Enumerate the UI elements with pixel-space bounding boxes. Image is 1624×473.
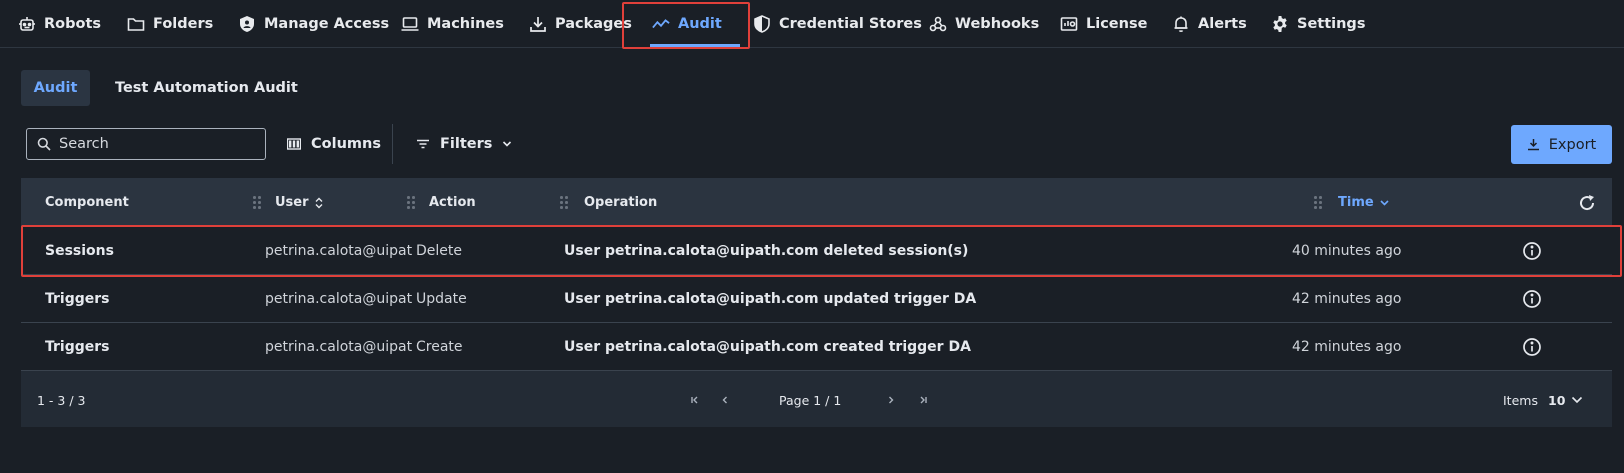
cell-action: Update bbox=[416, 291, 467, 307]
nav-item-webhooks[interactable]: Webhooks bbox=[929, 0, 1039, 48]
nav-label: Robots bbox=[44, 16, 102, 32]
license-icon bbox=[1060, 17, 1078, 31]
webhook-icon bbox=[929, 16, 947, 32]
gear-icon bbox=[1273, 16, 1287, 32]
nav-label: Settings bbox=[1297, 16, 1366, 32]
nav-item-manage-access[interactable]: Manage Access bbox=[238, 0, 389, 48]
search-box[interactable] bbox=[26, 128, 266, 160]
cell-operation: User petrina.calota@uipath.com deleted s… bbox=[564, 243, 969, 259]
cell-action: Delete bbox=[416, 243, 462, 259]
info-icon[interactable] bbox=[1522, 241, 1542, 261]
shield-icon bbox=[240, 16, 254, 32]
search-input[interactable] bbox=[59, 136, 259, 152]
top-navigation: Robots Folders Manage Access Machines Pa… bbox=[0, 0, 1624, 48]
sort-icon bbox=[315, 197, 323, 208]
chevron-down-icon[interactable] bbox=[1571, 395, 1583, 405]
nav-label: License bbox=[1086, 16, 1148, 32]
next-page-icon[interactable] bbox=[883, 392, 899, 408]
chart-line-icon bbox=[652, 19, 670, 29]
subtab-audit[interactable]: Audit bbox=[21, 70, 90, 106]
bell-icon bbox=[1174, 16, 1188, 33]
first-page-icon[interactable] bbox=[687, 392, 703, 408]
column-header-component[interactable]: Component bbox=[45, 178, 129, 227]
toolbar-divider bbox=[392, 124, 393, 164]
laptop-icon bbox=[401, 17, 419, 31]
columns-button[interactable]: Columns bbox=[287, 128, 381, 160]
cell-time: 42 minutes ago bbox=[1292, 291, 1402, 307]
filter-icon bbox=[417, 139, 429, 149]
table-header: Component User Action Operation Time bbox=[21, 178, 1612, 227]
items-per-page-value[interactable]: 10 bbox=[1548, 373, 1565, 427]
items-per-page-label: Items bbox=[1503, 392, 1538, 408]
nav-label: Packages bbox=[555, 16, 632, 32]
cell-action: Create bbox=[416, 339, 463, 355]
previous-page-icon[interactable] bbox=[717, 392, 733, 408]
nav-label: Credential Stores bbox=[779, 16, 922, 32]
nav-label: Audit bbox=[678, 16, 722, 32]
last-page-icon[interactable] bbox=[915, 392, 931, 408]
cell-time: 40 minutes ago bbox=[1292, 243, 1402, 259]
pagination-range: 1 - 3 / 3 bbox=[37, 392, 86, 408]
nav-item-license[interactable]: License bbox=[1060, 0, 1147, 48]
cell-component: Triggers bbox=[45, 339, 110, 355]
active-tab-indicator bbox=[650, 44, 740, 47]
columns-label: Columns bbox=[311, 136, 381, 152]
column-header-time[interactable]: Time bbox=[1338, 178, 1389, 227]
subtab-test-automation-audit[interactable]: Test Automation Audit bbox=[115, 70, 298, 106]
nav-label: Folders bbox=[153, 16, 214, 32]
download-icon bbox=[1527, 139, 1539, 151]
columns-icon bbox=[287, 138, 301, 150]
nav-item-credential-stores[interactable]: Credential Stores bbox=[753, 0, 922, 48]
cell-operation: User petrina.calota@uipath.com created t… bbox=[564, 339, 971, 355]
cell-user: petrina.calota@uipat... bbox=[265, 339, 413, 355]
nav-item-machines[interactable]: Machines bbox=[401, 0, 504, 48]
cell-time: 42 minutes ago bbox=[1292, 339, 1402, 355]
column-header-user[interactable]: User bbox=[275, 178, 323, 227]
table-footer: 1 - 3 / 3 Page 1 / 1 Items 10 bbox=[21, 373, 1612, 427]
shield-half-icon bbox=[754, 15, 770, 33]
folder-icon bbox=[127, 18, 145, 31]
column-header-operation[interactable]: Operation bbox=[584, 178, 657, 227]
table-row[interactable]: Triggers petrina.calota@uipat... Update … bbox=[21, 275, 1612, 323]
nav-label: Alerts bbox=[1198, 16, 1247, 32]
search-icon bbox=[37, 137, 51, 151]
export-button[interactable]: Export bbox=[1511, 125, 1612, 164]
chevron-down-icon bbox=[503, 141, 512, 147]
column-resize-handle[interactable] bbox=[253, 196, 261, 210]
nav-label: Webhooks bbox=[955, 16, 1040, 32]
nav-label: Manage Access bbox=[264, 16, 390, 32]
robot-icon bbox=[19, 17, 35, 31]
export-label: Export bbox=[1548, 136, 1597, 153]
sort-desc-icon bbox=[1380, 199, 1389, 206]
filters-label: Filters bbox=[440, 136, 493, 152]
cell-component: Sessions bbox=[45, 243, 114, 259]
cell-user: petrina.calota@uipat... bbox=[265, 291, 413, 307]
info-icon[interactable] bbox=[1522, 337, 1542, 357]
column-resize-handle[interactable] bbox=[407, 196, 415, 210]
info-icon[interactable] bbox=[1522, 289, 1542, 309]
nav-item-alerts[interactable]: Alerts bbox=[1172, 0, 1247, 48]
table-row[interactable]: Sessions petrina.calota@uipat... Delete … bbox=[21, 227, 1612, 275]
column-header-action[interactable]: Action bbox=[429, 178, 476, 227]
cell-component: Triggers bbox=[45, 291, 110, 307]
filters-button[interactable]: Filters bbox=[416, 128, 512, 160]
nav-item-folders[interactable]: Folders bbox=[127, 0, 213, 48]
column-resize-handle[interactable] bbox=[1314, 196, 1322, 210]
download-icon bbox=[530, 17, 546, 32]
audit-table: Component User Action Operation Time Ses… bbox=[21, 178, 1612, 427]
column-resize-handle[interactable] bbox=[560, 196, 568, 210]
nav-item-robots[interactable]: Robots bbox=[18, 0, 101, 48]
pagination-page: Page 1 / 1 bbox=[779, 392, 842, 408]
cell-user: petrina.calota@uipat... bbox=[265, 243, 413, 259]
nav-item-packages[interactable]: Packages bbox=[529, 0, 632, 48]
refresh-icon[interactable] bbox=[1578, 194, 1596, 212]
cell-operation: User petrina.calota@uipath.com updated t… bbox=[564, 291, 977, 307]
nav-label: Machines bbox=[427, 16, 504, 32]
table-row[interactable]: Triggers petrina.calota@uipat... Create … bbox=[21, 323, 1612, 371]
nav-item-settings[interactable]: Settings bbox=[1271, 0, 1365, 48]
nav-item-audit[interactable]: Audit bbox=[650, 0, 740, 48]
